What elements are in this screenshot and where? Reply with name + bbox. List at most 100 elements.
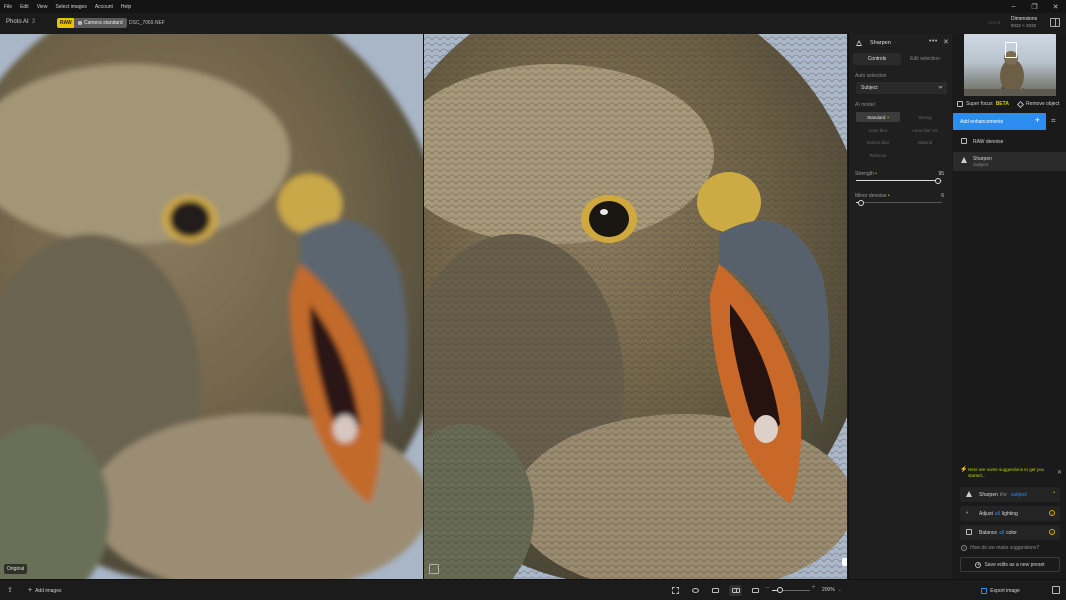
zoom-in-icon[interactable]: + — [812, 585, 816, 591]
zoom-select[interactable]: 200% ⌄ — [822, 587, 842, 593]
crop-icon[interactable]: ⌗ — [1051, 116, 1061, 126]
app-title: Photo AI 3 — [6, 19, 35, 25]
navigator-thumbnail[interactable] — [964, 34, 1056, 96]
plus-icon: + — [28, 587, 33, 594]
zoom-knob[interactable] — [776, 587, 783, 593]
side-by-side-tool[interactable] — [729, 585, 742, 596]
strength-slider[interactable]: Strength • 95 — [855, 171, 947, 184]
ai-model-label: AI model — [855, 102, 875, 108]
strength-fill — [856, 180, 938, 181]
save-preset-button[interactable]: + Save edits as a new preset — [960, 557, 1060, 572]
chevron-down-icon — [938, 84, 943, 89]
close-suggestions-icon[interactable]: ✕ — [1057, 469, 1062, 476]
suggestion-balance[interactable]: Balance all color ! — [960, 525, 1060, 540]
model-lens-blur-v2[interactable]: Lens blur V2 — [903, 125, 947, 135]
menu-view[interactable]: View — [33, 4, 52, 10]
camera-profile-badge[interactable]: Camera standard — [74, 18, 127, 28]
split-view-tool[interactable] — [749, 585, 762, 596]
raw-denoise-icon — [961, 138, 967, 144]
export-button[interactable]: Export image — [953, 580, 1048, 600]
zoom-out-icon[interactable]: – — [766, 585, 769, 591]
split-view-icon — [752, 588, 759, 593]
suggestion-sharpen[interactable]: Sharpen the subject • — [960, 487, 1060, 502]
super-focus-button[interactable]: Super focus BETA — [957, 101, 1009, 107]
auto-selection-value: Subject — [861, 85, 878, 91]
original-image — [0, 34, 423, 579]
model-strong[interactable]: Strong — [903, 112, 947, 122]
zoom-value: 200% — [822, 587, 835, 593]
preview-toggle-tool[interactable] — [689, 585, 702, 596]
zoom-slider[interactable] — [772, 587, 810, 593]
info-icon[interactable]: ! — [1049, 529, 1055, 535]
suggestion-prep: the — [999, 491, 1007, 498]
image-viewer[interactable]: Original — [0, 34, 847, 579]
viewport-frame[interactable] — [1005, 42, 1017, 58]
settings-tabs: Controls Edit selection — [853, 53, 949, 65]
header-bar: Photo AI 3 RAW Camera standard DSC_7069.N… — [0, 13, 1066, 34]
model-lens-blur[interactable]: Lens blur — [856, 125, 900, 135]
minor-denoise-label: Minor denoise • — [855, 193, 947, 199]
compare-toggle-icon[interactable] — [429, 564, 439, 574]
enhancement-text: Sharpen Subject — [973, 156, 992, 167]
upload-icon[interactable]: ⇪ — [7, 586, 13, 594]
menu-edit[interactable]: Edit — [16, 4, 33, 10]
minor-denoise-slider[interactable]: Minor denoise • 6 — [855, 193, 947, 206]
how-suggestions-link[interactable]: ? How do we make suggestions? — [961, 545, 1039, 551]
strength-knob[interactable] — [934, 177, 941, 184]
suggestion-verb: Adjust — [979, 510, 993, 517]
remove-object-label: Remove object — [1026, 101, 1060, 107]
model-refocus[interactable]: Refocus — [856, 150, 900, 160]
auto-selection-label: Auto selection — [855, 73, 887, 79]
enhancement-label: RAW denoise — [973, 138, 1004, 145]
model-standard-label: Standard — [867, 114, 886, 120]
menu-help[interactable]: Help — [117, 4, 135, 10]
strength-track[interactable] — [856, 177, 942, 184]
more-options-icon[interactable]: ••• — [929, 38, 938, 45]
restore-icon[interactable]: ❐ — [1024, 0, 1045, 13]
minimize-icon[interactable]: – — [1003, 0, 1024, 13]
enhancement-sharpen[interactable]: Sharpen Subject — [953, 152, 1066, 171]
suggestion-verb: Balance — [979, 529, 998, 536]
settings-header: Sharpen ••• ✕ — [849, 34, 953, 52]
tools-row: Super focus BETA Remove object — [955, 100, 1066, 111]
single-view-tool[interactable] — [709, 585, 722, 596]
model-standard[interactable]: Standard • — [856, 112, 900, 122]
tab-controls[interactable]: Controls — [853, 53, 901, 65]
suggestion-adjust[interactable]: ◐ Adjust all lighting ! — [960, 506, 1060, 521]
menu-select-images[interactable]: Select images — [51, 4, 90, 10]
original-label: Original — [4, 564, 28, 574]
preview-image — [424, 34, 847, 579]
mouse-cursor — [842, 558, 847, 566]
model-motion-blur[interactable]: Motion blur — [856, 137, 900, 147]
info-icon[interactable]: ! — [1049, 510, 1055, 516]
enhancements-panel: Super focus BETA Remove object Add enhan… — [953, 34, 1066, 579]
focus-frame-tool[interactable] — [669, 585, 682, 596]
enhancement-sublabel: Subject — [973, 162, 989, 167]
menu-file[interactable]: File — [0, 4, 16, 10]
export-settings-icon[interactable] — [1052, 586, 1060, 594]
close-icon[interactable]: ✕ — [1045, 0, 1066, 13]
sharpen-icon — [966, 491, 972, 497]
suggestions-header-text: Here are some suggestions to get you sta… — [968, 467, 1045, 478]
menu-account[interactable]: Account — [91, 4, 117, 10]
original-pane[interactable]: Original — [0, 34, 423, 579]
dimensions-label: Dimensions — [1011, 16, 1038, 22]
minor-denoise-knob[interactable] — [858, 199, 865, 206]
dimensions: Dimensions 8032 × 4032 — [1011, 16, 1037, 28]
beta-badge: BETA — [995, 101, 1009, 107]
add-images-label: Add images — [35, 587, 62, 594]
lightning-icon: ⚡ — [960, 467, 968, 473]
export-icon — [981, 587, 988, 594]
add-images-button[interactable]: + Add images — [28, 587, 62, 594]
panel-layout-icon[interactable] — [1050, 18, 1060, 27]
close-settings-icon[interactable]: ✕ — [943, 38, 949, 46]
remove-object-button[interactable]: Remove object — [1016, 100, 1060, 108]
raw-badge: RAW — [57, 18, 75, 28]
preview-pane[interactable] — [424, 34, 847, 579]
minor-denoise-track[interactable] — [856, 199, 942, 206]
enhancement-raw-denoise[interactable]: RAW denoise — [953, 133, 1066, 150]
model-natural[interactable]: Natural — [903, 137, 947, 147]
add-enhancements-button[interactable]: Add enhancements + — [953, 113, 1046, 130]
auto-selection-select[interactable]: Subject — [856, 82, 947, 94]
tab-edit-selection[interactable]: Edit selection — [901, 53, 949, 65]
